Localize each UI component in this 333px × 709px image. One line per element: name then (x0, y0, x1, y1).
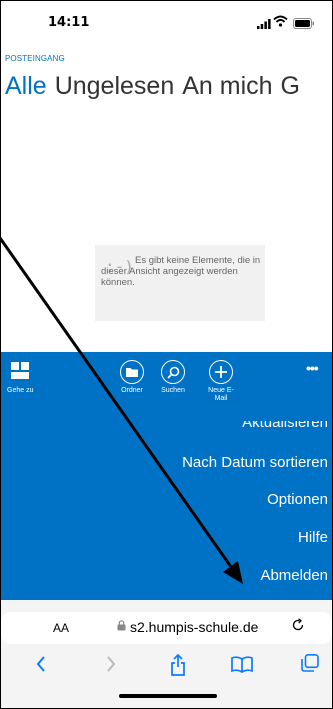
reload-icon[interactable] (291, 618, 305, 635)
menu-item-help[interactable]: Hilfe (298, 529, 328, 546)
search-label: Suchen (161, 387, 185, 394)
text-size-button[interactable]: AA (53, 621, 69, 635)
back-icon[interactable] (35, 654, 47, 680)
goto-label: Gehe zu (7, 387, 34, 394)
plus-icon (209, 360, 233, 384)
search-button[interactable]: Suchen (158, 360, 188, 395)
menu-item-sign-out[interactable]: Abmelden (260, 567, 328, 584)
folder-button[interactable]: Ordner (117, 360, 147, 395)
status-bar: 14:11 (1, 1, 332, 43)
new-mail-button[interactable]: Neue E-Mail (204, 360, 238, 403)
tabs-icon[interactable] (301, 654, 319, 678)
wifi-icon (273, 14, 288, 32)
cellular-signal-icon (257, 16, 271, 34)
tab-unread[interactable]: Ungelesen (55, 72, 175, 100)
folder-icon (120, 360, 144, 384)
browser-address-bar: AA s2.humpis-schule.de (1, 600, 332, 650)
more-button[interactable]: ••• (306, 361, 319, 375)
grid-icon (9, 360, 31, 382)
battery-icon (293, 16, 315, 34)
status-time: 14:11 (48, 15, 90, 30)
menu-item-refresh[interactable]: Aktualisieren (242, 421, 328, 431)
forward-icon[interactable] (105, 654, 117, 680)
empty-state-text: Es gibt keine Elemente, die in dieser An… (101, 255, 261, 288)
phone-screen: 14:11 POSTEINGANG Alle Ungelesen An mich G … (0, 0, 333, 709)
filter-tabs: Alle Ungelesen An mich G (5, 72, 308, 101)
browser-toolbar (1, 650, 332, 708)
home-indicator (119, 694, 217, 698)
menu-item-options[interactable]: Optionen (267, 491, 328, 508)
search-icon (161, 360, 185, 384)
tab-flagged[interactable]: G (281, 72, 300, 100)
tab-to-me[interactable]: An mich (182, 72, 272, 100)
share-icon[interactable] (170, 653, 186, 682)
empty-state-message: :-) Es gibt keine Elemente, die in diese… (95, 245, 265, 321)
bookmarks-icon[interactable] (231, 654, 253, 680)
menu-item-sort-by-date[interactable]: Nach Datum sortieren (182, 454, 328, 471)
tab-all[interactable]: Alle (5, 72, 47, 100)
lock-icon (117, 620, 126, 634)
command-panel: Gehe zu Ordner Suchen Neue E-Mail ••• Ak… (1, 352, 332, 600)
goto-button[interactable]: Gehe zu (7, 360, 47, 395)
folder-label: Ordner (121, 387, 143, 394)
inbox-section-label: POSTEINGANG (5, 54, 65, 63)
new-mail-label: Neue E-Mail (208, 387, 234, 402)
url-text[interactable]: s2.humpis-schule.de (130, 619, 258, 635)
